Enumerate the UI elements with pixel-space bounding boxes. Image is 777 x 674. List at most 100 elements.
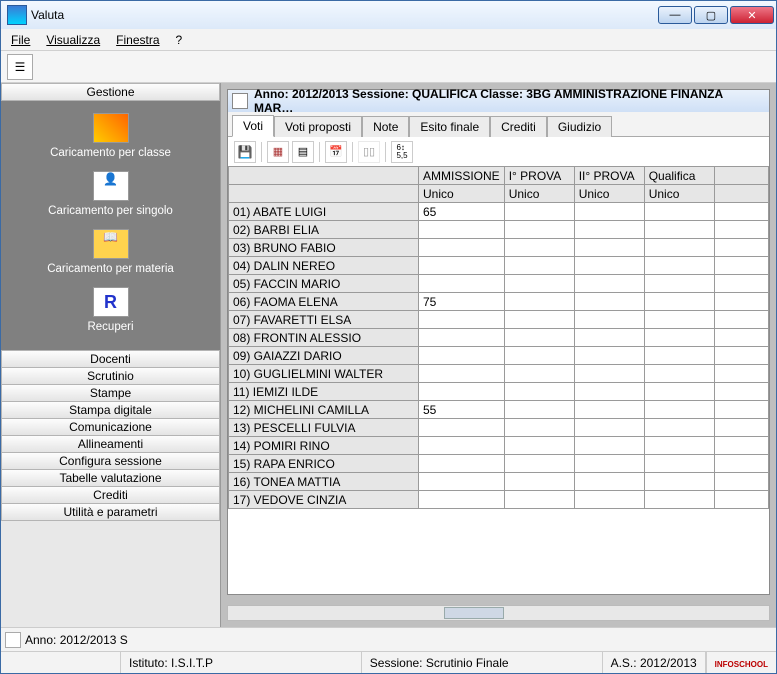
sidebar-bar-tabelle-valutazione[interactable]: Tabelle valutazione [1, 469, 220, 487]
table-row[interactable]: 02) BARBI ELIA [229, 221, 769, 239]
sidebar-bar-utilita[interactable]: Utilità e parametri [1, 503, 220, 521]
minimize-button[interactable]: — [658, 6, 692, 24]
grade-cell[interactable] [644, 383, 714, 401]
grade-cell[interactable] [419, 473, 505, 491]
sidebar-item-caricamento-materia[interactable]: 📖 Caricamento per materia [47, 229, 174, 275]
grade-cell[interactable] [574, 203, 644, 221]
grade-cell[interactable] [419, 437, 505, 455]
toolbar-list-button[interactable]: ☰ [7, 54, 33, 80]
sidebar-bar-stampe[interactable]: Stampe [1, 384, 220, 402]
sidebar-header-gestione[interactable]: Gestione [1, 83, 220, 101]
table-row[interactable]: 16) TONEA MATTIA [229, 473, 769, 491]
grade-cell[interactable] [419, 365, 505, 383]
grade-cell[interactable] [419, 383, 505, 401]
sidebar-bar-stampa-digitale[interactable]: Stampa digitale [1, 401, 220, 419]
row-header[interactable]: 06) FAOMA ELENA [229, 293, 419, 311]
grade-cell[interactable]: 75 [419, 293, 505, 311]
grade-cell[interactable] [574, 473, 644, 491]
row-header[interactable]: 13) PESCELLI FULVIA [229, 419, 419, 437]
table-row[interactable]: 17) VEDOVE CINZIA [229, 491, 769, 509]
row-header[interactable]: 04) DALIN NEREO [229, 257, 419, 275]
menu-visualizza[interactable]: Visualizza [42, 32, 104, 48]
table-row[interactable]: 10) GUGLIELMINI WALTER [229, 365, 769, 383]
grade-cell[interactable] [504, 437, 574, 455]
table-row[interactable]: 08) FRONTIN ALESSIO [229, 329, 769, 347]
grade-cell[interactable] [644, 365, 714, 383]
sidebar-bar-scrutinio[interactable]: Scrutinio [1, 367, 220, 385]
col-header[interactable] [229, 167, 419, 185]
row-header[interactable]: 03) BRUNO FABIO [229, 239, 419, 257]
grade-cell[interactable] [574, 419, 644, 437]
grade-cell[interactable] [644, 311, 714, 329]
grade-cell[interactable] [504, 365, 574, 383]
close-button[interactable]: ✕ [730, 6, 774, 24]
grade-cell[interactable] [644, 437, 714, 455]
grade-cell[interactable] [504, 293, 574, 311]
menu-file[interactable]: File [7, 32, 34, 48]
rounding-button[interactable]: 6↕5,5 [391, 141, 413, 163]
grade-cell[interactable] [504, 329, 574, 347]
grade-cell[interactable] [504, 203, 574, 221]
tab-note[interactable]: Note [362, 116, 409, 137]
sidebar-item-recuperi[interactable]: R Recuperi [87, 287, 133, 333]
grade-cell[interactable] [574, 437, 644, 455]
grade-cell[interactable] [419, 329, 505, 347]
sidebar-bar-docenti[interactable]: Docenti [1, 350, 220, 368]
table-row[interactable]: 03) BRUNO FABIO [229, 239, 769, 257]
grade-cell[interactable] [574, 347, 644, 365]
grade-cell[interactable] [644, 455, 714, 473]
menu-finestra[interactable]: Finestra [112, 32, 163, 48]
grade-cell[interactable] [419, 491, 505, 509]
grade-cell[interactable] [644, 293, 714, 311]
grade-cell[interactable] [504, 257, 574, 275]
col-header[interactable]: Qualifica [644, 167, 714, 185]
row-header[interactable]: 14) POMIRI RINO [229, 437, 419, 455]
grade-cell[interactable] [644, 491, 714, 509]
sidebar-bar-crediti[interactable]: Crediti [1, 486, 220, 504]
grade-cell[interactable] [419, 347, 505, 365]
tab-crediti[interactable]: Crediti [490, 116, 547, 137]
data-grid[interactable]: AMMISSIONEI° PROVAII° PROVAQualifica Uni… [228, 166, 769, 594]
sidebar-bar-configura-sessione[interactable]: Configura sessione [1, 452, 220, 470]
grade-cell[interactable] [574, 311, 644, 329]
grade-cell[interactable] [574, 257, 644, 275]
grid-button-1[interactable] [267, 141, 289, 163]
col-header[interactable]: I° PROVA [504, 167, 574, 185]
grade-cell[interactable] [504, 221, 574, 239]
row-header[interactable]: 15) RAPA ENRICO [229, 455, 419, 473]
sub-col-header[interactable]: Unico [504, 185, 574, 203]
sidebar-item-caricamento-singolo[interactable]: 👤 Caricamento per singolo [48, 171, 173, 217]
tab-giudizio[interactable]: Giudizio [547, 116, 612, 137]
grade-cell[interactable] [644, 419, 714, 437]
row-header[interactable]: 17) VEDOVE CINZIA [229, 491, 419, 509]
grade-cell[interactable] [419, 275, 505, 293]
grade-cell[interactable] [574, 455, 644, 473]
sidebar-bar-comunicazione[interactable]: Comunicazione [1, 418, 220, 436]
table-row[interactable]: 13) PESCELLI FULVIA [229, 419, 769, 437]
grade-cell[interactable] [644, 275, 714, 293]
grade-cell[interactable] [644, 257, 714, 275]
grade-cell[interactable] [504, 275, 574, 293]
grade-cell[interactable] [419, 257, 505, 275]
row-header[interactable]: 09) GAIAZZI DARIO [229, 347, 419, 365]
row-header[interactable]: 12) MICHELINI CAMILLA [229, 401, 419, 419]
sub-col-header[interactable]: Unico [574, 185, 644, 203]
inner-window-title-bar[interactable]: Anno: 2012/2013 Sessione: QUALIFICA Clas… [228, 90, 769, 112]
table-row[interactable]: 14) POMIRI RINO [229, 437, 769, 455]
row-header[interactable]: 07) FAVARETTI ELSA [229, 311, 419, 329]
grade-cell[interactable] [419, 455, 505, 473]
table-row[interactable]: 06) FAOMA ELENA75 [229, 293, 769, 311]
save-button[interactable] [234, 141, 256, 163]
grade-cell[interactable] [419, 419, 505, 437]
sub-col-header[interactable]: Unico [419, 185, 505, 203]
table-row[interactable]: 12) MICHELINI CAMILLA55 [229, 401, 769, 419]
table-row[interactable]: 01) ABATE LUIGI65 [229, 203, 769, 221]
col-header[interactable]: II° PROVA [574, 167, 644, 185]
grade-cell[interactable] [504, 401, 574, 419]
menu-help[interactable]: ? [172, 32, 187, 48]
row-header[interactable]: 02) BARBI ELIA [229, 221, 419, 239]
grade-cell[interactable] [644, 221, 714, 239]
table-row[interactable]: 15) RAPA ENRICO [229, 455, 769, 473]
grade-cell[interactable] [504, 473, 574, 491]
grade-cell[interactable] [644, 239, 714, 257]
